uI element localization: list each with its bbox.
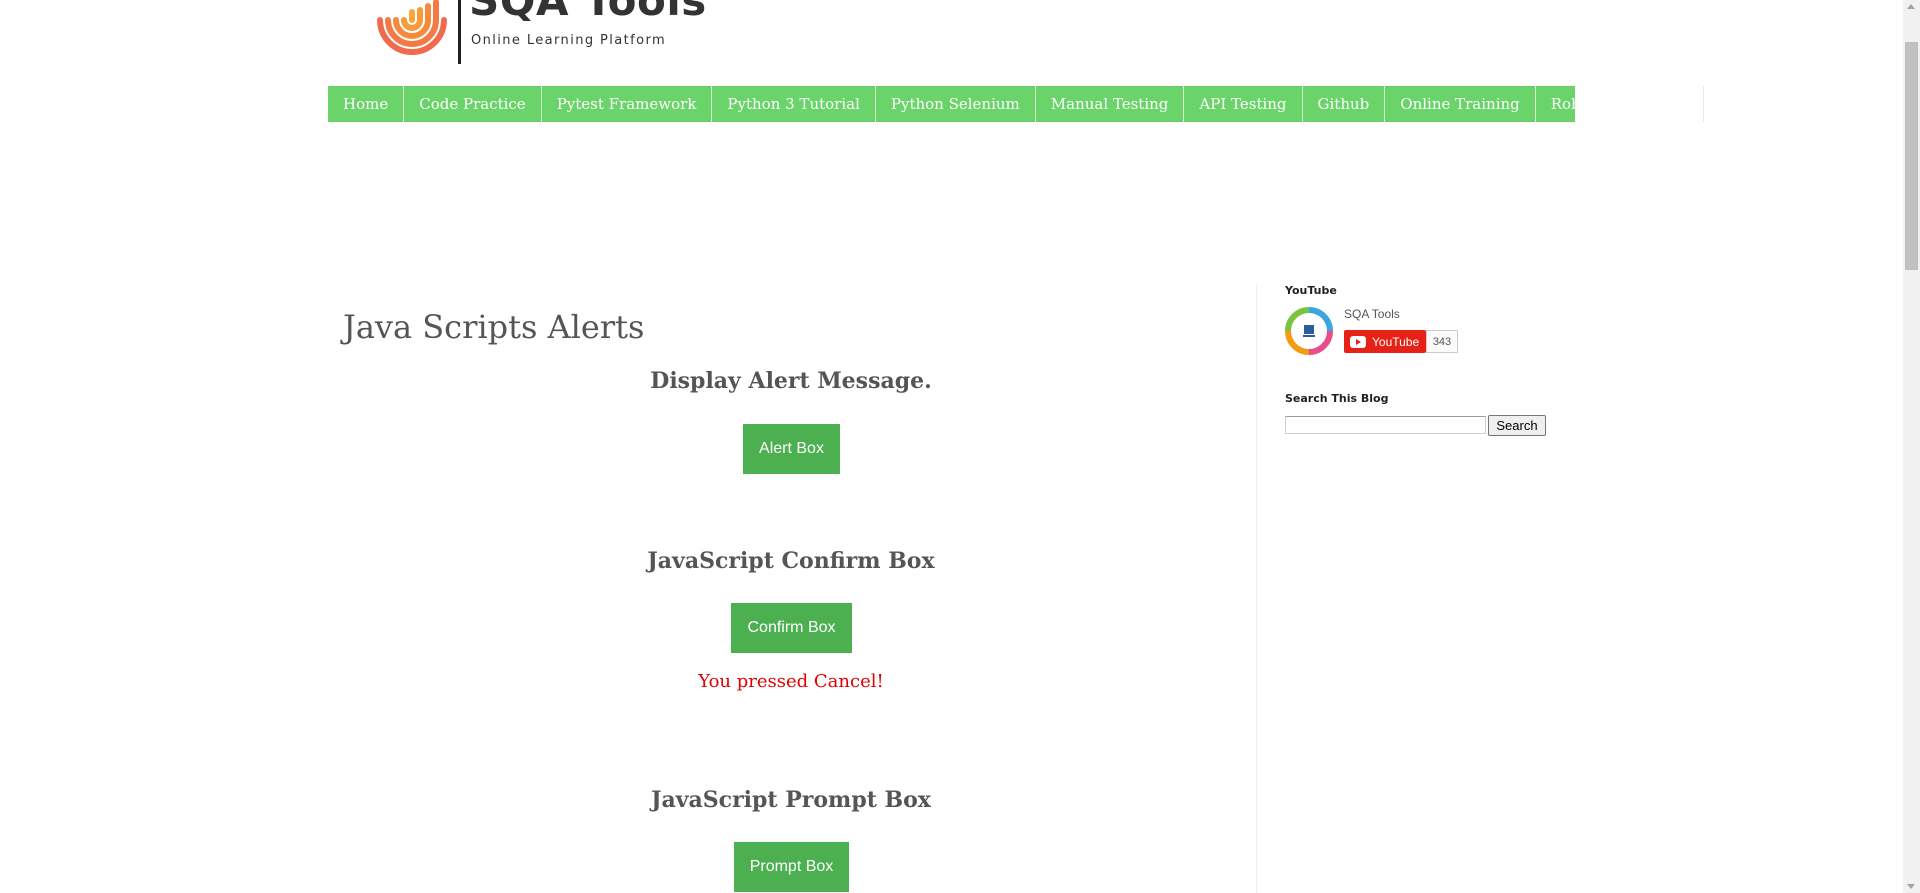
confirm-section-heading: JavaScript Confirm Box — [647, 548, 935, 574]
nav-item-api-testing[interactable]: API Testing — [1184, 86, 1303, 122]
confirm-result-text: You pressed Cancel! — [698, 671, 884, 692]
site-logo[interactable]: SQA Tools Online Learning Platform — [372, 0, 706, 66]
scroll-thumb[interactable] — [1905, 42, 1918, 270]
page-title: Java Scripts Alerts — [343, 308, 645, 346]
youtube-play-icon — [1350, 335, 1366, 348]
subscriber-count: 343 — [1426, 330, 1458, 353]
search-input[interactable] — [1285, 416, 1486, 434]
search-widget-title: Search This Blog — [1285, 392, 1389, 405]
youtube-button-label: YouTube — [1372, 334, 1420, 349]
alert-section-heading: Display Alert Message. — [650, 368, 932, 394]
scroll-up-icon[interactable] — [1907, 4, 1915, 9]
prompt-box-button[interactable]: Prompt Box — [734, 842, 849, 892]
scroll-down-icon[interactable] — [1907, 884, 1915, 889]
nav-item-code-practice[interactable]: Code Practice — [404, 86, 542, 122]
sidebar-divider — [1256, 284, 1257, 893]
nav-item-python-selenium[interactable]: Python Selenium — [876, 86, 1036, 122]
logo-divider — [458, 0, 461, 64]
nav-item-python-3-tutorial[interactable]: Python 3 Tutorial — [712, 86, 876, 122]
nav-item-github[interactable]: Github — [1303, 86, 1386, 122]
nav-item-manual-testing[interactable]: Manual Testing — [1036, 86, 1185, 122]
channel-avatar-icon[interactable] — [1285, 307, 1333, 355]
fingerprint-logo-icon — [377, 0, 447, 55]
site-subtitle: Online Learning Platform — [471, 33, 667, 48]
youtube-widget-title: YouTube — [1285, 284, 1337, 297]
confirm-box-button[interactable]: Confirm Box — [731, 603, 852, 653]
prompt-section-heading: JavaScript Prompt Box — [651, 787, 931, 813]
search-button[interactable]: Search — [1488, 415, 1546, 436]
nav-item-pytest-framework[interactable]: Pytest Framework — [542, 86, 713, 122]
alert-box-button[interactable]: Alert Box — [743, 424, 840, 474]
page-scrollbar[interactable] — [1903, 0, 1920, 893]
nav-item-robot-framework[interactable]: Robot Framework — [1536, 86, 1705, 122]
site-title: SQA Tools — [469, 0, 707, 25]
nav-item-home[interactable]: Home — [328, 86, 405, 122]
youtube-channel-name[interactable]: SQA Tools — [1344, 307, 1400, 321]
youtube-subscribe-button[interactable]: YouTube — [1344, 330, 1426, 353]
main-nav: Home Code Practice Pytest Framework Pyth… — [328, 86, 1705, 122]
nav-item-online-training[interactable]: Online Training — [1385, 86, 1536, 122]
